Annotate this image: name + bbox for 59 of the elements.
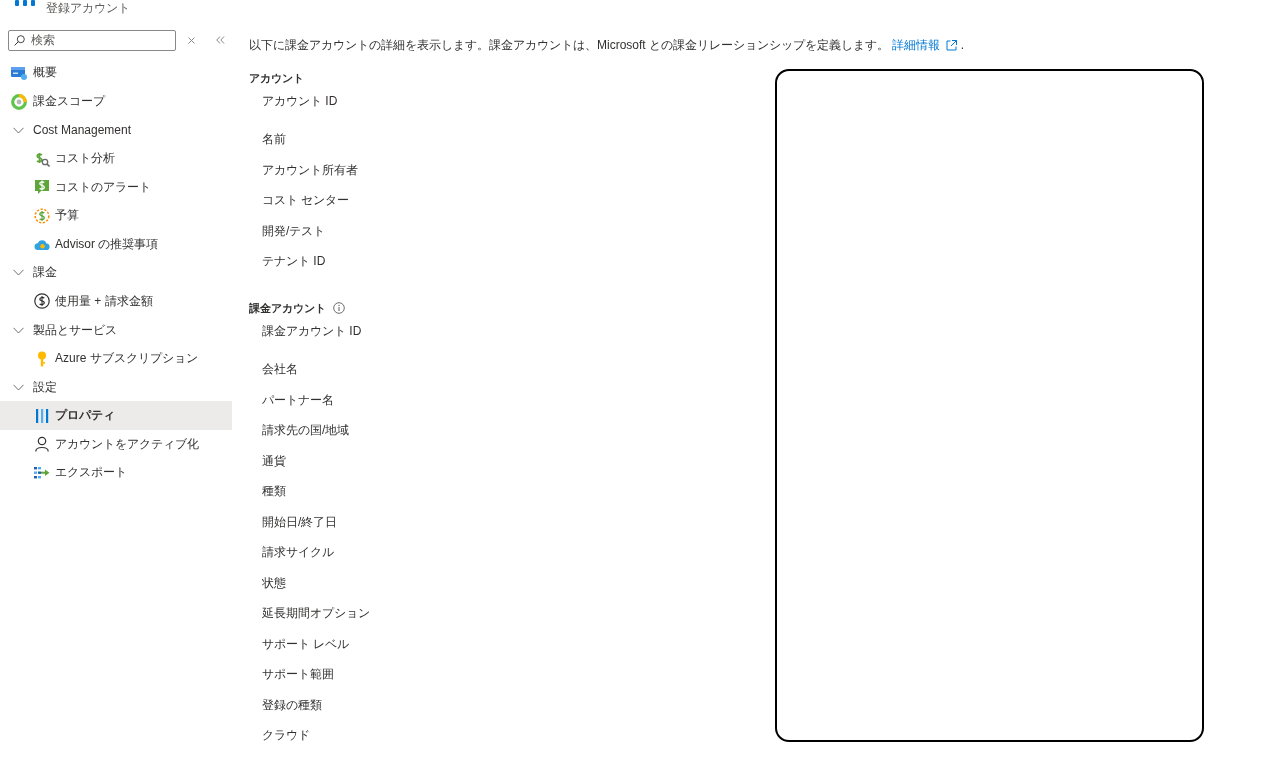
section-heading: 課金アカウント: [249, 301, 326, 316]
sidebar-item[interactable]: 概要: [0, 58, 232, 88]
dotted-dollar-icon: [34, 207, 50, 224]
field-label: 課金アカウント ID: [262, 323, 362, 339]
sidebar-group[interactable]: 設定: [0, 372, 232, 402]
sidebar-item[interactable]: Azure サブスクリプション: [0, 344, 232, 373]
clear-button[interactable]: [186, 35, 196, 45]
cloud-icon: [34, 237, 50, 252]
section-heading: アカウント: [249, 71, 304, 86]
field-label: 開始日/終了日: [262, 513, 338, 530]
search-icon: [14, 34, 25, 46]
sidebar-item[interactable]: コストのアラート: [0, 172, 232, 202]
learn-more-link[interactable]: 詳細情報: [892, 37, 958, 53]
export-icon: [34, 465, 50, 480]
field-label: 登録の種類: [262, 696, 322, 713]
sidebar-item[interactable]: 予算: [0, 201, 232, 231]
collapse-button[interactable]: [215, 35, 225, 45]
card-icon: [11, 65, 27, 80]
sidebar-item[interactable]: コスト分析: [0, 144, 232, 173]
field-label: 会社名: [262, 361, 298, 378]
page-subtitle: 登録アカウント: [46, 0, 130, 16]
sidebar-item[interactable]: 使用量 + 請求金額: [0, 287, 232, 316]
external-link-icon: [946, 39, 958, 51]
dollar-circle-icon: [34, 293, 50, 310]
sidebar-group[interactable]: Cost Management: [0, 115, 232, 145]
field-label: 状態: [262, 574, 286, 591]
field-label: サポート範囲: [262, 666, 334, 683]
field-label: 種類: [262, 483, 286, 500]
sidebar-item[interactable]: 課金スコープ: [0, 87, 232, 116]
field-label: 延長期間オプション: [262, 605, 370, 622]
sidebar-item[interactable]: Advisor の推奨事項: [0, 230, 232, 259]
bars-icon: [35, 407, 49, 424]
sidebar-group[interactable]: 製品とサービス: [0, 315, 232, 345]
field-label: クラウド: [262, 727, 310, 744]
field-label: テナント ID: [262, 253, 326, 270]
description-text: 以下に課金アカウントの詳細を表示します。課金アカウントは、Microsoft との課金リレーションシップを定義します。 詳細情報 .: [249, 37, 966, 53]
field-label: アカウント ID: [262, 93, 338, 109]
field-label: アカウント所有者: [262, 161, 358, 178]
field-label: 通貨: [262, 452, 286, 469]
close-icon: [187, 36, 195, 44]
bars-icon: [15, 0, 35, 6]
dollar-magnifier-icon: [34, 150, 50, 167]
sidebar-item[interactable]: アカウントをアクティブ化: [0, 430, 232, 459]
field-label: パートナー名: [262, 391, 334, 408]
field-label: 請求サイクル: [262, 544, 334, 561]
sidebar-group[interactable]: 課金: [0, 258, 232, 288]
field-label: サポート レベル: [262, 635, 350, 652]
double-chevron-icon: [215, 36, 225, 44]
key-icon: [37, 350, 47, 367]
field-label: 名前: [262, 131, 286, 148]
ring-icon: [11, 93, 27, 110]
person-icon: [34, 436, 50, 453]
field-label: コスト センター: [262, 192, 350, 209]
field-label: 請求先の国/地域: [262, 422, 350, 439]
sidebar-item[interactable]: エクスポート: [0, 458, 232, 488]
dollar-bubble-icon: [34, 179, 50, 196]
field-label: 開発/テスト: [262, 222, 326, 239]
search-field[interactable]: 検索: [8, 29, 176, 51]
sidebar-item[interactable]: プロパティ: [0, 401, 232, 430]
